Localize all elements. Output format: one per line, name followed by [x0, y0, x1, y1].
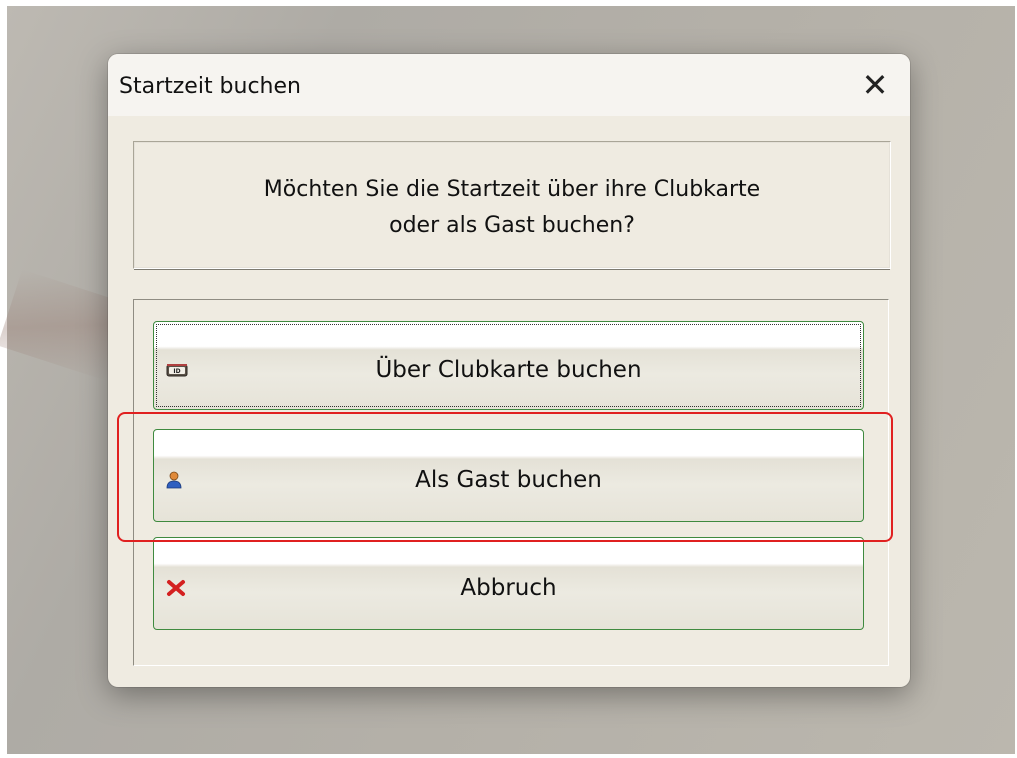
clubcard-booking-label: Über Clubkarte buchen: [375, 356, 642, 383]
title-bar: Startzeit buchen ✕: [108, 54, 910, 116]
message-panel: Möchten Sie die Startzeit über ihre Club…: [133, 141, 891, 270]
cancel-button[interactable]: Abbruch: [153, 537, 864, 630]
close-button[interactable]: ✕: [840, 54, 910, 116]
clubcard-booking-button[interactable]: ID Über Clubkarte buchen: [153, 321, 864, 410]
dialog-window: Startzeit buchen ✕ Möchten Sie die Start…: [108, 54, 910, 687]
message-text: Möchten Sie die Startzeit über ihre Club…: [134, 172, 890, 244]
window-title: Startzeit buchen: [119, 74, 301, 99]
message-line-2: oder als Gast buchen?: [389, 213, 635, 238]
cancel-label: Abbruch: [460, 574, 557, 601]
highlight-frame: [117, 412, 893, 542]
message-line-1: Möchten Sie die Startzeit über ihre Club…: [263, 177, 761, 202]
